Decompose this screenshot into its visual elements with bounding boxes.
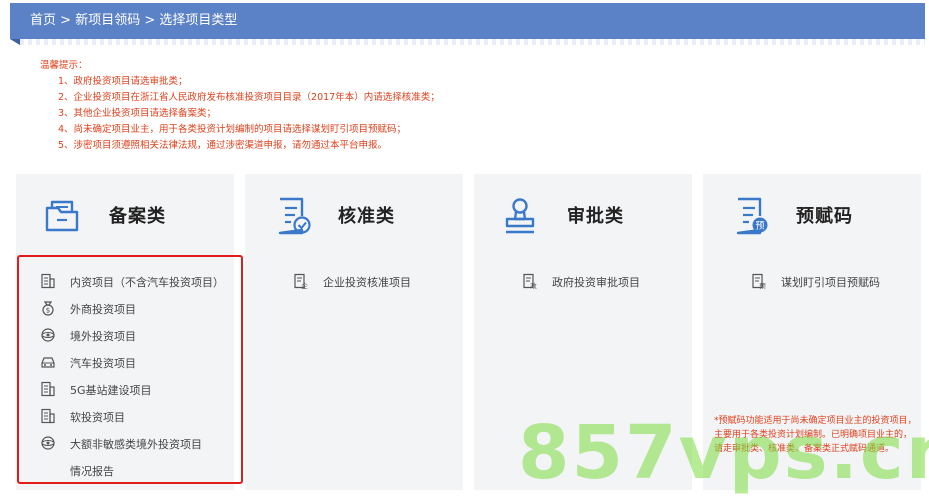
doc-qi-icon: 企 <box>294 273 308 289</box>
card-title: 核准类 <box>338 206 395 227</box>
breadcrumb-fold-decoration <box>10 39 20 45</box>
breadcrumb-separator: > <box>56 13 76 28</box>
list-item-label: 企业投资核准项目 <box>323 276 411 289</box>
watermark: 857vps.cn <box>518 410 929 496</box>
tip-line: 5、涉密项目须遵照相关法律法规，通过涉密渠道申报，请勿通过本平台申报。 <box>58 140 388 151</box>
tip-line: 1、政府投资项目请选审批类； <box>58 76 188 87</box>
doc-zheng-icon: 政 <box>523 273 537 289</box>
card-header: 备案类 <box>16 192 234 240</box>
document-yu-icon: 预 <box>736 197 768 235</box>
folder-icon <box>45 200 79 232</box>
card-header: 核准类 <box>245 192 463 240</box>
breadcrumb-separator: > <box>140 13 160 28</box>
list-item-label: 谋划盯引项目预赋码 <box>781 276 880 289</box>
svg-text:企: 企 <box>301 281 308 289</box>
stamp-icon <box>505 198 535 234</box>
tip-line: 4、尚未确定项目业主，用于各类投资计划编制的项目请选择谋划盯引项目预赋码； <box>58 124 407 135</box>
card-header: 预 预赋码 <box>703 192 921 240</box>
breadcrumb-shadow-decoration <box>20 39 925 45</box>
card-title: 备案类 <box>109 206 166 227</box>
card-title: 审批类 <box>567 206 624 227</box>
svg-text:政: 政 <box>530 281 537 289</box>
breadcrumb-new-project-link[interactable]: 新项目领码 <box>75 13 140 28</box>
document-check-icon <box>278 197 311 235</box>
list-item-label: 政府投资审批项目 <box>552 276 640 289</box>
card-title: 预赋码 <box>796 206 853 227</box>
svg-text:预: 预 <box>755 221 764 232</box>
highlight-box <box>17 255 243 484</box>
doc-yu-icon: 预 <box>752 273 766 289</box>
tips-panel: 温馨提示： 1、政府投资项目请选审批类； 2、企业投资项目在浙江省人民政府发布核… <box>40 58 440 154</box>
tip-line: 2、企业投资项目在浙江省人民政府发布核准投资项目目录（2017年本）内请选择核准… <box>58 92 440 103</box>
card-approval-verify: 核准类 <box>245 174 463 490</box>
breadcrumb-current: 选择项目类型 <box>159 13 238 28</box>
breadcrumb-home-link[interactable]: 首页 <box>30 13 56 28</box>
tips-title: 温馨提示： <box>40 60 88 71</box>
tip-line: 3、其他企业投资项目请选择备案类； <box>58 108 217 119</box>
svg-text:预: 预 <box>759 281 766 289</box>
breadcrumb-bar: 首页 > 新项目领码 > 选择项目类型 <box>10 3 925 45</box>
card-header: 审批类 <box>474 192 692 240</box>
